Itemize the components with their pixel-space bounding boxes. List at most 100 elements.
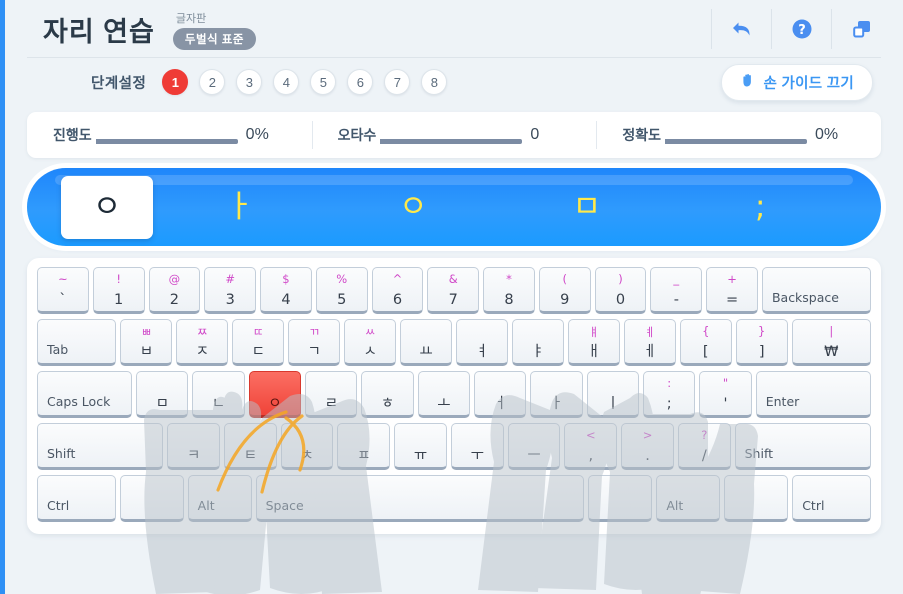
key-ㅔ[interactable]: ㅖㅔ — [623, 319, 676, 366]
key-][interactable]: }] — [735, 319, 788, 366]
key-=[interactable]: + = — [706, 267, 758, 314]
key-backspace[interactable]: Backspace — [761, 267, 871, 314]
key-alt[interactable]: Alt — [187, 475, 252, 522]
key-ㅣ[interactable]: ㅣ — [586, 371, 640, 418]
key-ㅋ[interactable]: ㅋ — [167, 423, 221, 470]
key-label: - — [673, 291, 679, 308]
key-shift-label: } — [758, 324, 766, 338]
key-.[interactable]: >. — [621, 423, 674, 470]
key-shift[interactable]: Shift — [37, 423, 164, 470]
key-7[interactable]: & 7 — [427, 267, 480, 314]
key-ㅍ[interactable]: ㅍ — [337, 423, 391, 470]
key-ㅛ[interactable]: ㅛ — [400, 319, 453, 366]
key-1[interactable]: ! 1 — [92, 267, 145, 314]
key-label: Alt — [666, 497, 684, 513]
step-button-1[interactable]: 1 — [162, 69, 189, 95]
keyboard-layout-block: 글자판 두벌식 표준 — [172, 10, 256, 50]
key-ctrl[interactable]: Ctrl — [792, 475, 871, 522]
step-button-2[interactable]: 2 — [199, 69, 226, 95]
help-button[interactable]: ? — [771, 9, 831, 49]
key-`[interactable]: ~ ` — [37, 267, 89, 314]
key-shift-label: # — [225, 272, 235, 286]
key-0[interactable]: ) 0 — [594, 267, 647, 314]
key-label: ㅌ — [243, 447, 258, 464]
key-blank[interactable] — [724, 475, 789, 522]
key-ㅂ[interactable]: ㅃㅂ — [120, 319, 173, 366]
key-label: 2 — [169, 291, 180, 308]
key-ㅗ[interactable]: ㅗ — [417, 371, 471, 418]
header-toolbar: ? — [711, 9, 891, 49]
key-3[interactable]: #3 — [204, 267, 257, 314]
keyboard-layout-badge[interactable]: 두벌식 표준 — [172, 28, 256, 50]
practice-char-current: ㅇ — [61, 175, 153, 239]
key-ㅁ[interactable]: ㅁ — [136, 371, 189, 418]
key-5[interactable]: % 5 — [315, 267, 368, 314]
key-ctrl[interactable]: Ctrl — [37, 475, 116, 522]
key-2[interactable]: @2 — [148, 267, 201, 314]
key-ㄱ[interactable]: ㄲㄱ — [288, 319, 341, 366]
key-label: ㅑ — [531, 343, 545, 360]
step-button-3[interactable]: 3 — [236, 69, 263, 95]
key-4[interactable]: $4 — [260, 267, 312, 314]
key-label: / — [701, 447, 707, 464]
key-label: Enter — [765, 393, 800, 409]
keyboard-layout-caption: 글자판 — [175, 13, 207, 25]
key-label: ' — [723, 395, 728, 412]
key-ㅕ[interactable]: ㅕ — [456, 319, 508, 366]
stat-accuracy-bar — [662, 138, 808, 144]
key-ㅐ[interactable]: ㅒㅐ — [567, 319, 620, 366]
key-ㅓ[interactable]: ㅓ — [474, 371, 527, 418]
key-8[interactable]: * 8 — [483, 267, 535, 314]
key-label: ; — [666, 395, 672, 412]
key-ㄹ[interactable]: ㄹ — [305, 371, 358, 418]
key-blank[interactable] — [119, 475, 184, 522]
step-button-7[interactable]: 7 — [384, 69, 411, 95]
key-ㅜ[interactable]: ㅜ — [450, 423, 504, 470]
stat-typos-value: 0 — [530, 126, 540, 143]
key-label: Shift — [47, 445, 76, 461]
key-label: ㅐ — [587, 343, 601, 360]
key-/[interactable]: ? / — [677, 423, 731, 470]
key-ㅈ[interactable]: ㅉㅈ — [176, 319, 229, 366]
key-shift[interactable]: Shift — [734, 423, 872, 470]
key-label: ㄷ — [251, 343, 265, 360]
window-button[interactable] — [831, 9, 891, 49]
key-alt[interactable]: Alt — [656, 475, 721, 522]
key-blank[interactable] — [588, 475, 653, 522]
stat-typos: 오타수 0 — [311, 112, 597, 158]
key-9[interactable]: (9 — [538, 267, 591, 314]
key-ㅡ[interactable]: ㅡ — [507, 423, 561, 470]
key-shift-label: ㄸ — [252, 325, 264, 339]
key-'[interactable]: " ' — [699, 371, 752, 418]
step-button-8[interactable]: 8 — [421, 69, 448, 95]
window-icon — [850, 17, 874, 41]
hand-guide-toggle-button[interactable]: 손 가이드 끄기 — [720, 63, 873, 101]
key-[[interactable]: {[ — [679, 319, 732, 366]
key-ㅑ[interactable]: ㅑ — [511, 319, 564, 366]
step-button-4[interactable]: 4 — [273, 69, 300, 95]
key-;[interactable]: :; — [643, 371, 696, 418]
key-label: . — [645, 447, 650, 464]
key-ㅏ[interactable]: ㅏ — [530, 371, 583, 418]
key-tab[interactable]: Tab — [37, 319, 117, 366]
key-,[interactable]: <, — [564, 423, 618, 470]
key-ㅌ[interactable]: ㅌ — [224, 423, 277, 470]
back-button[interactable] — [711, 9, 771, 49]
key-enter[interactable]: Enter — [755, 371, 871, 418]
key-caps-lock[interactable]: Caps Lock — [37, 371, 133, 418]
step-button-5[interactable]: 5 — [310, 69, 337, 95]
key-label: Caps Lock — [47, 393, 111, 409]
key-space[interactable]: Space — [255, 475, 585, 522]
key-ㄷ[interactable]: ㄸㄷ — [232, 319, 285, 366]
help-icon: ? — [790, 17, 814, 41]
key-ㅊ[interactable]: ㅊ — [280, 423, 334, 470]
key-ㅠ[interactable]: ㅠ — [394, 423, 447, 470]
key-6[interactable]: ^ 6 — [371, 267, 424, 314]
key-ㄴ[interactable]: ㄴ — [192, 371, 245, 418]
key-ㅅ[interactable]: ㅆㅅ — [344, 319, 397, 366]
key--[interactable]: _ - — [650, 267, 703, 314]
key-₩[interactable]: | ₩ — [791, 319, 872, 366]
key-ㅇ[interactable]: ㅇ — [248, 371, 302, 418]
key-ㅎ[interactable]: ㅎ — [361, 371, 414, 418]
step-button-6[interactable]: 6 — [347, 69, 374, 95]
